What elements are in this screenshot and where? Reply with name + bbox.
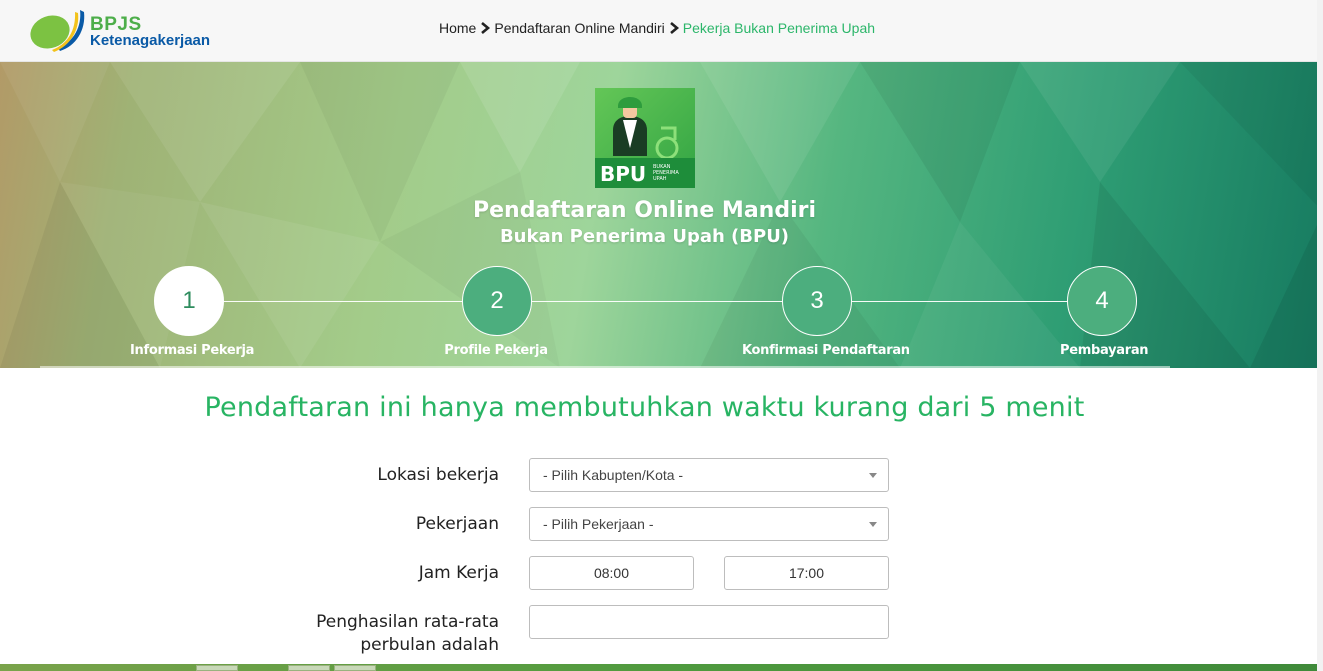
bpjs-logo-mark-icon xyxy=(30,10,85,52)
footer-tab xyxy=(334,665,376,671)
lokasi-select[interactable]: - Pilih Kabupten/Kota - xyxy=(529,458,889,492)
penghasilan-label-line1: Penghasilan rata-rata xyxy=(316,612,499,632)
bpu-badge-icon: BPU BUKAN PENERIMA UPAH xyxy=(595,88,695,188)
penghasilan-label-line2: perbulan adalah xyxy=(360,635,499,655)
breadcrumb-home[interactable]: Home xyxy=(439,20,476,36)
jam-selesai-input[interactable]: 17:00 xyxy=(724,556,889,590)
footer-bar xyxy=(0,664,1323,671)
footer-tab xyxy=(196,665,238,671)
step-3-circle[interactable]: 3 xyxy=(782,266,852,336)
step-1-label: Informasi Pekerja xyxy=(130,343,255,358)
hero-subtitle: Bukan Penerima Upah (BPU) xyxy=(499,226,790,247)
step-3-label: Konfirmasi Pendaftaran xyxy=(742,343,910,358)
logo-text-ketenagakerjaan: Ketenagakerjaan xyxy=(90,32,211,49)
breadcrumb: Home Pendaftaran Online Mandiri Pekerja … xyxy=(439,19,875,37)
form-tagline: Pendaftaran ini hanya membutuhkan waktu … xyxy=(204,392,1085,423)
chevron-right-icon xyxy=(669,22,679,34)
bpu-badge-text: BPU xyxy=(600,162,646,186)
dropdown-caret-icon xyxy=(869,473,877,478)
pekerjaan-label: Pekerjaan xyxy=(415,514,499,534)
hero-banner: BPU BUKAN PENERIMA UPAH Pendaftaran Onli… xyxy=(0,62,1323,368)
step-connector xyxy=(532,301,782,302)
step-1-circle[interactable]: 1 xyxy=(154,266,224,336)
step-connector xyxy=(852,301,1067,302)
breadcrumb-current: Pekerja Bukan Penerima Upah xyxy=(682,20,876,36)
hero-divider xyxy=(40,366,1170,368)
bpjs-logo[interactable]: BPJS Ketenagakerjaan xyxy=(28,6,228,54)
dropdown-caret-icon xyxy=(869,522,877,527)
page-scrollbar[interactable] xyxy=(1317,0,1323,671)
lokasi-label: Lokasi bekerja xyxy=(377,465,499,485)
step-connector xyxy=(224,301,462,302)
step-4-label: Pembayaran xyxy=(1060,343,1149,358)
jam-mulai-input[interactable]: 08:00 xyxy=(529,556,694,590)
step-2-label: Profile Pekerja xyxy=(444,343,548,358)
lokasi-select-value: - Pilih Kabupten/Kota - xyxy=(543,467,684,483)
penghasilan-input[interactable] xyxy=(529,605,889,639)
bpu-badge-small-3: UPAH xyxy=(653,176,667,182)
breadcrumb-pendaftaran[interactable]: Pendaftaran Online Mandiri xyxy=(494,20,664,36)
hero-title: Pendaftaran Online Mandiri xyxy=(472,198,817,223)
top-header: BPJS Ketenagakerjaan Home Pendaftaran On… xyxy=(0,0,1323,62)
footer-tab xyxy=(288,665,330,671)
chevron-right-icon xyxy=(481,22,491,34)
pekerjaan-select-value: - Pilih Pekerjaan - xyxy=(543,516,654,532)
step-4-circle[interactable]: 4 xyxy=(1067,266,1137,336)
pekerjaan-select[interactable]: - Pilih Pekerjaan - xyxy=(529,507,889,541)
step-2-circle[interactable]: 2 xyxy=(462,266,532,336)
jam-kerja-label: Jam Kerja xyxy=(418,563,499,583)
